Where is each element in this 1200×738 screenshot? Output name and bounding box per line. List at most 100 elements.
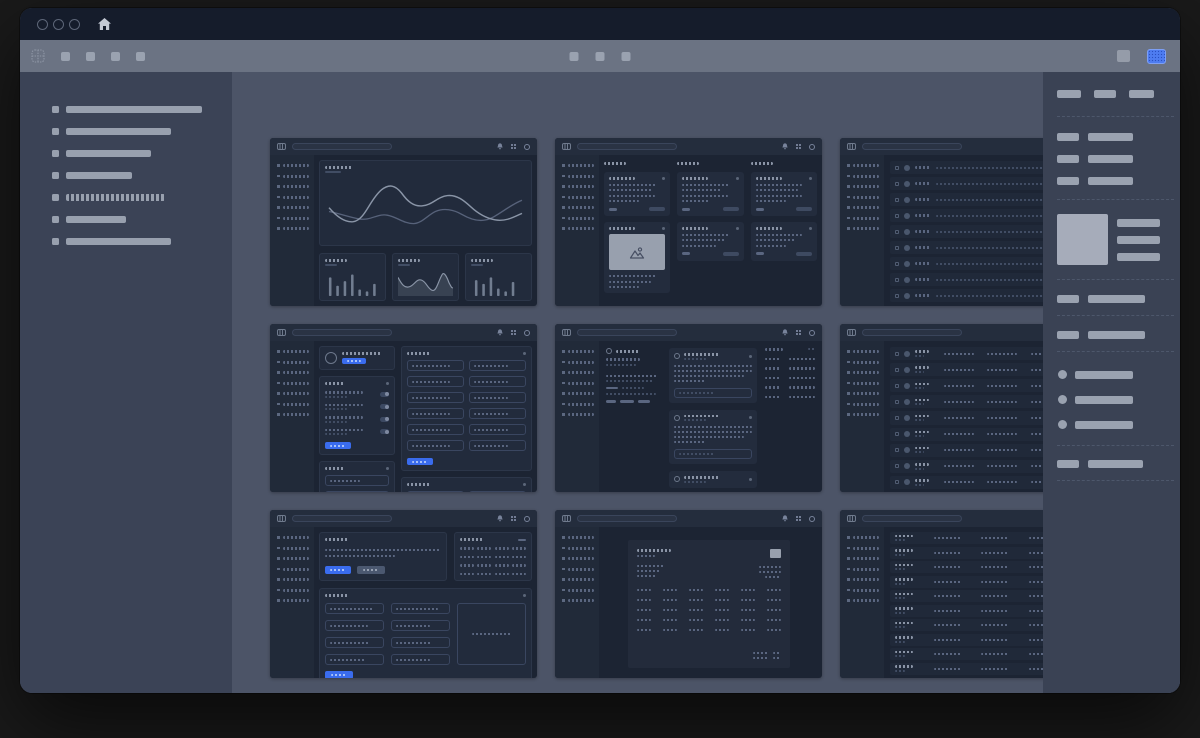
kanban-card — [751, 172, 817, 216]
bar-chart — [325, 268, 380, 296]
inspector-tab-2[interactable] — [1094, 90, 1116, 98]
toolbar — [20, 40, 1180, 72]
preview-row — [1057, 214, 1180, 265]
input-field — [325, 603, 384, 614]
tool-icon-1[interactable] — [61, 52, 70, 61]
mini-layout-icon — [277, 143, 286, 150]
radio-option-2[interactable] — [1058, 395, 1180, 404]
toggles-card — [319, 376, 395, 455]
minimize-window-icon[interactable] — [53, 19, 64, 30]
mini-chart-panel — [465, 253, 532, 301]
sidebar-item-4[interactable] — [52, 171, 232, 179]
sidebar-item-7[interactable] — [52, 237, 232, 245]
image-placeholder-icon — [629, 246, 645, 259]
title-bar — [20, 8, 1180, 40]
input-field — [391, 654, 450, 665]
sidebar-item-bullet — [52, 106, 59, 113]
tool-icon-2[interactable] — [86, 52, 95, 61]
preview-image[interactable] — [1057, 214, 1108, 265]
toggle-switch — [380, 429, 389, 434]
mini-sidebar — [270, 341, 314, 492]
input-field — [469, 440, 526, 451]
mini-avatar-icon — [809, 516, 815, 522]
radio-option-1[interactable] — [1058, 370, 1180, 379]
property-row — [1057, 133, 1180, 141]
mini-search-bar — [577, 515, 677, 522]
sidebar-item-bullet — [52, 150, 59, 157]
input-field — [407, 392, 464, 403]
sidebar-item-bullet — [52, 238, 59, 245]
input-field — [407, 376, 464, 387]
tool-icon-6[interactable] — [596, 52, 605, 61]
mini-layout-icon — [562, 143, 571, 150]
sidebar-item-3[interactable] — [52, 149, 232, 157]
input-field — [469, 392, 526, 403]
app-thumbnail-social-feed[interactable] — [555, 324, 822, 492]
kanban-card — [677, 172, 743, 216]
app-thumbnail-analytics-dashboard[interactable] — [270, 138, 537, 306]
sidebar-item-1[interactable] — [52, 105, 232, 113]
form-card — [401, 346, 532, 471]
toggle-switch — [380, 417, 389, 422]
app-thumbnail-settings-forms[interactable] — [270, 324, 537, 492]
toggle-switch — [380, 404, 389, 409]
input-field — [469, 424, 526, 435]
property-row — [1057, 460, 1180, 468]
feed-post — [669, 348, 757, 403]
zoom-window-icon[interactable] — [69, 19, 80, 30]
tool-icon-4[interactable] — [136, 52, 145, 61]
app-window — [20, 8, 1180, 693]
app-logo-icon[interactable] — [31, 49, 45, 63]
input-field — [391, 637, 450, 648]
image-placeholder — [609, 234, 665, 270]
radio-option-3[interactable] — [1058, 420, 1180, 429]
inspector-tab-3[interactable] — [1129, 90, 1154, 98]
stats-card — [454, 532, 532, 581]
mini-sidebar — [555, 341, 599, 492]
mini-apps-icon — [796, 144, 801, 149]
profile-card — [319, 346, 395, 370]
radio-icon — [1058, 420, 1067, 429]
content-area — [20, 72, 1180, 693]
sidebar-item-2[interactable] — [52, 127, 232, 135]
kanban-card — [604, 172, 670, 216]
sidebar-item-bullet — [52, 172, 59, 179]
radio-icon — [1058, 370, 1067, 379]
sidebar-item-5[interactable] — [52, 193, 232, 201]
input-field — [407, 440, 464, 451]
sidebar-item-6[interactable] — [52, 215, 232, 223]
sidebar-item-label-bar — [66, 128, 171, 135]
app-thumbnail-form-builder[interactable] — [270, 510, 537, 678]
sidebar-item-bullet — [52, 128, 59, 135]
share-button[interactable] — [1147, 49, 1166, 64]
tool-icon-7[interactable] — [622, 52, 631, 61]
input-field — [325, 491, 389, 492]
mini-chart-panel — [319, 253, 386, 301]
mini-search-bar — [577, 329, 677, 336]
mini-layout-icon — [562, 515, 571, 522]
home-icon[interactable] — [98, 18, 111, 30]
tool-icon-5[interactable] — [570, 52, 579, 61]
mini-search-bar — [292, 329, 392, 336]
mini-sidebar — [270, 527, 314, 678]
mini-bell-icon — [782, 515, 788, 522]
mini-search-bar — [577, 143, 677, 150]
mini-browser-bar — [270, 324, 537, 341]
mini-sidebar — [840, 527, 884, 678]
mini-apps-icon — [796, 330, 801, 335]
panel-toggle-icon[interactable] — [1117, 50, 1130, 62]
input-field — [325, 637, 384, 648]
close-window-icon[interactable] — [37, 19, 48, 30]
mini-layout-icon — [847, 329, 856, 336]
inspector-tab-1[interactable] — [1057, 90, 1081, 98]
textarea-field — [457, 603, 526, 665]
app-thumbnail-kanban-board[interactable] — [555, 138, 822, 306]
mini-sidebar — [270, 155, 314, 306]
property-row — [1057, 295, 1180, 303]
comment-input — [674, 388, 752, 398]
app-thumbnail-invoice-document[interactable] — [555, 510, 822, 678]
sidebar-item-label-bar — [66, 106, 202, 113]
tool-icon-3[interactable] — [111, 52, 120, 61]
mini-layout-icon — [847, 143, 856, 150]
mini-browser-bar — [555, 324, 822, 341]
